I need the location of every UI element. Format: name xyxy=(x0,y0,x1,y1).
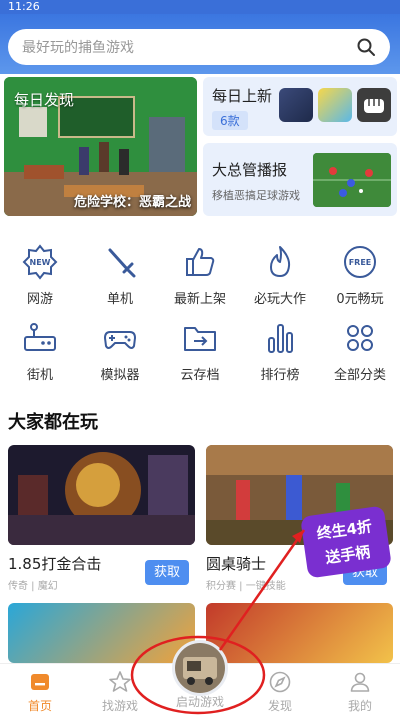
game-cover[interactable] xyxy=(8,445,195,545)
svg-text:NEW: NEW xyxy=(30,258,51,267)
new-badge-icon: NEW xyxy=(22,244,58,280)
new-game-thumbnail[interactable] xyxy=(279,88,313,122)
new-game-thumbnail[interactable] xyxy=(318,88,352,122)
thumbs-up-icon xyxy=(186,248,215,276)
daily-discovery-banner[interactable]: 每日发现 危险学校：恶霸之战 xyxy=(4,77,197,216)
gamepad-icon xyxy=(104,331,136,349)
search-bar[interactable]: 最好玩的捕鱼游戏 xyxy=(8,29,390,65)
game-name: 圆桌骑士 xyxy=(206,555,267,573)
home-icon xyxy=(31,674,49,690)
banner-caption: 危险学校：恶霸之战 xyxy=(73,195,191,210)
category-label: 排行榜 xyxy=(260,368,300,383)
tab-label: 找游戏 xyxy=(101,699,138,713)
promo-sticker[interactable]: 终生4折 送手柄 xyxy=(300,505,392,579)
search-placeholder: 最好玩的捕鱼游戏 xyxy=(22,40,134,56)
fist-icon xyxy=(364,99,384,113)
category-label: 单机 xyxy=(106,292,133,307)
tab-profile[interactable]: 我的 xyxy=(320,670,400,714)
game-tags: 积分赛 | 一键技能 xyxy=(206,581,286,592)
launch-game-button[interactable] xyxy=(172,640,228,696)
profile-icon xyxy=(350,672,370,692)
daily-new-card[interactable]: 每日上新 6款 xyxy=(203,77,397,136)
section-title: 大家都在玩 xyxy=(8,412,98,433)
tab-label: 发现 xyxy=(267,699,292,713)
tab-label: 首页 xyxy=(27,699,52,713)
sword-icon xyxy=(108,248,136,278)
category-label: 云存档 xyxy=(180,368,220,383)
category-label: 全部分类 xyxy=(333,368,386,383)
category-newest[interactable]: 最新上架 xyxy=(160,244,240,307)
news-report-card[interactable]: 大总管播报 移植恶搞足球游戏 xyxy=(203,143,397,216)
status-bar: 11:26 xyxy=(0,0,400,14)
search-icon[interactable] xyxy=(356,37,376,57)
game-cover[interactable] xyxy=(8,603,195,663)
get-button[interactable]: 获取 xyxy=(145,560,189,585)
category-single-player[interactable]: 单机 xyxy=(80,244,160,307)
launch-game-icon xyxy=(175,643,225,693)
category-arcade[interactable]: 街机 xyxy=(0,320,80,383)
game-card[interactable]: 1.85打金合击 传奇 | 魔幻 获取 xyxy=(8,445,195,592)
category-leaderboard[interactable]: 排行榜 xyxy=(240,320,320,383)
arcade-icon xyxy=(24,323,56,351)
free-badge-icon: FREE xyxy=(344,246,376,278)
compass-icon xyxy=(269,671,291,693)
category-all[interactable]: 全部分类 xyxy=(320,320,400,383)
new-game-thumbnail[interactable] xyxy=(357,88,391,122)
category-free[interactable]: FREE 0元畅玩 xyxy=(320,244,400,307)
game-cover[interactable] xyxy=(206,603,393,663)
tab-home[interactable]: 首页 xyxy=(0,670,80,714)
flame-icon xyxy=(270,246,291,277)
daily-new-title: 每日上新 xyxy=(212,87,273,105)
report-thumbnail[interactable] xyxy=(313,153,391,207)
star-icon xyxy=(109,671,131,692)
category-label: 必玩大作 xyxy=(253,292,306,307)
tab-label: 我的 xyxy=(347,699,372,713)
bar-chart-icon xyxy=(268,324,293,353)
soccer-artwork xyxy=(313,153,391,207)
tab-discover[interactable]: 发现 xyxy=(240,670,320,714)
svg-text:FREE: FREE xyxy=(349,258,372,267)
category-label: 模拟器 xyxy=(100,368,140,383)
category-label: 网游 xyxy=(26,292,53,307)
category-must-play[interactable]: 必玩大作 xyxy=(240,244,320,307)
game-name: 1.85打金合击 xyxy=(8,555,102,573)
category-label: 街机 xyxy=(26,368,53,383)
category-emulator[interactable]: 模拟器 xyxy=(80,320,160,383)
grid-dots-icon xyxy=(347,325,373,351)
folder-icon xyxy=(184,327,216,351)
banner-tag: 每日发现 xyxy=(14,91,75,109)
report-subtitle: 移植恶搞足球游戏 xyxy=(212,189,300,202)
game-cover-art xyxy=(8,445,195,545)
category-label: 0元畅玩 xyxy=(336,292,384,307)
tab-find-games[interactable]: 找游戏 xyxy=(80,670,160,714)
category-label: 最新上架 xyxy=(173,292,226,307)
status-time: 11:26 xyxy=(8,0,40,13)
daily-new-count: 6款 xyxy=(212,111,248,130)
category-online-games[interactable]: NEW 网游 xyxy=(0,244,80,307)
game-tags: 传奇 | 魔幻 xyxy=(8,581,58,592)
category-cloud-save[interactable]: 云存档 xyxy=(160,320,240,383)
report-title: 大总管播报 xyxy=(212,161,288,179)
